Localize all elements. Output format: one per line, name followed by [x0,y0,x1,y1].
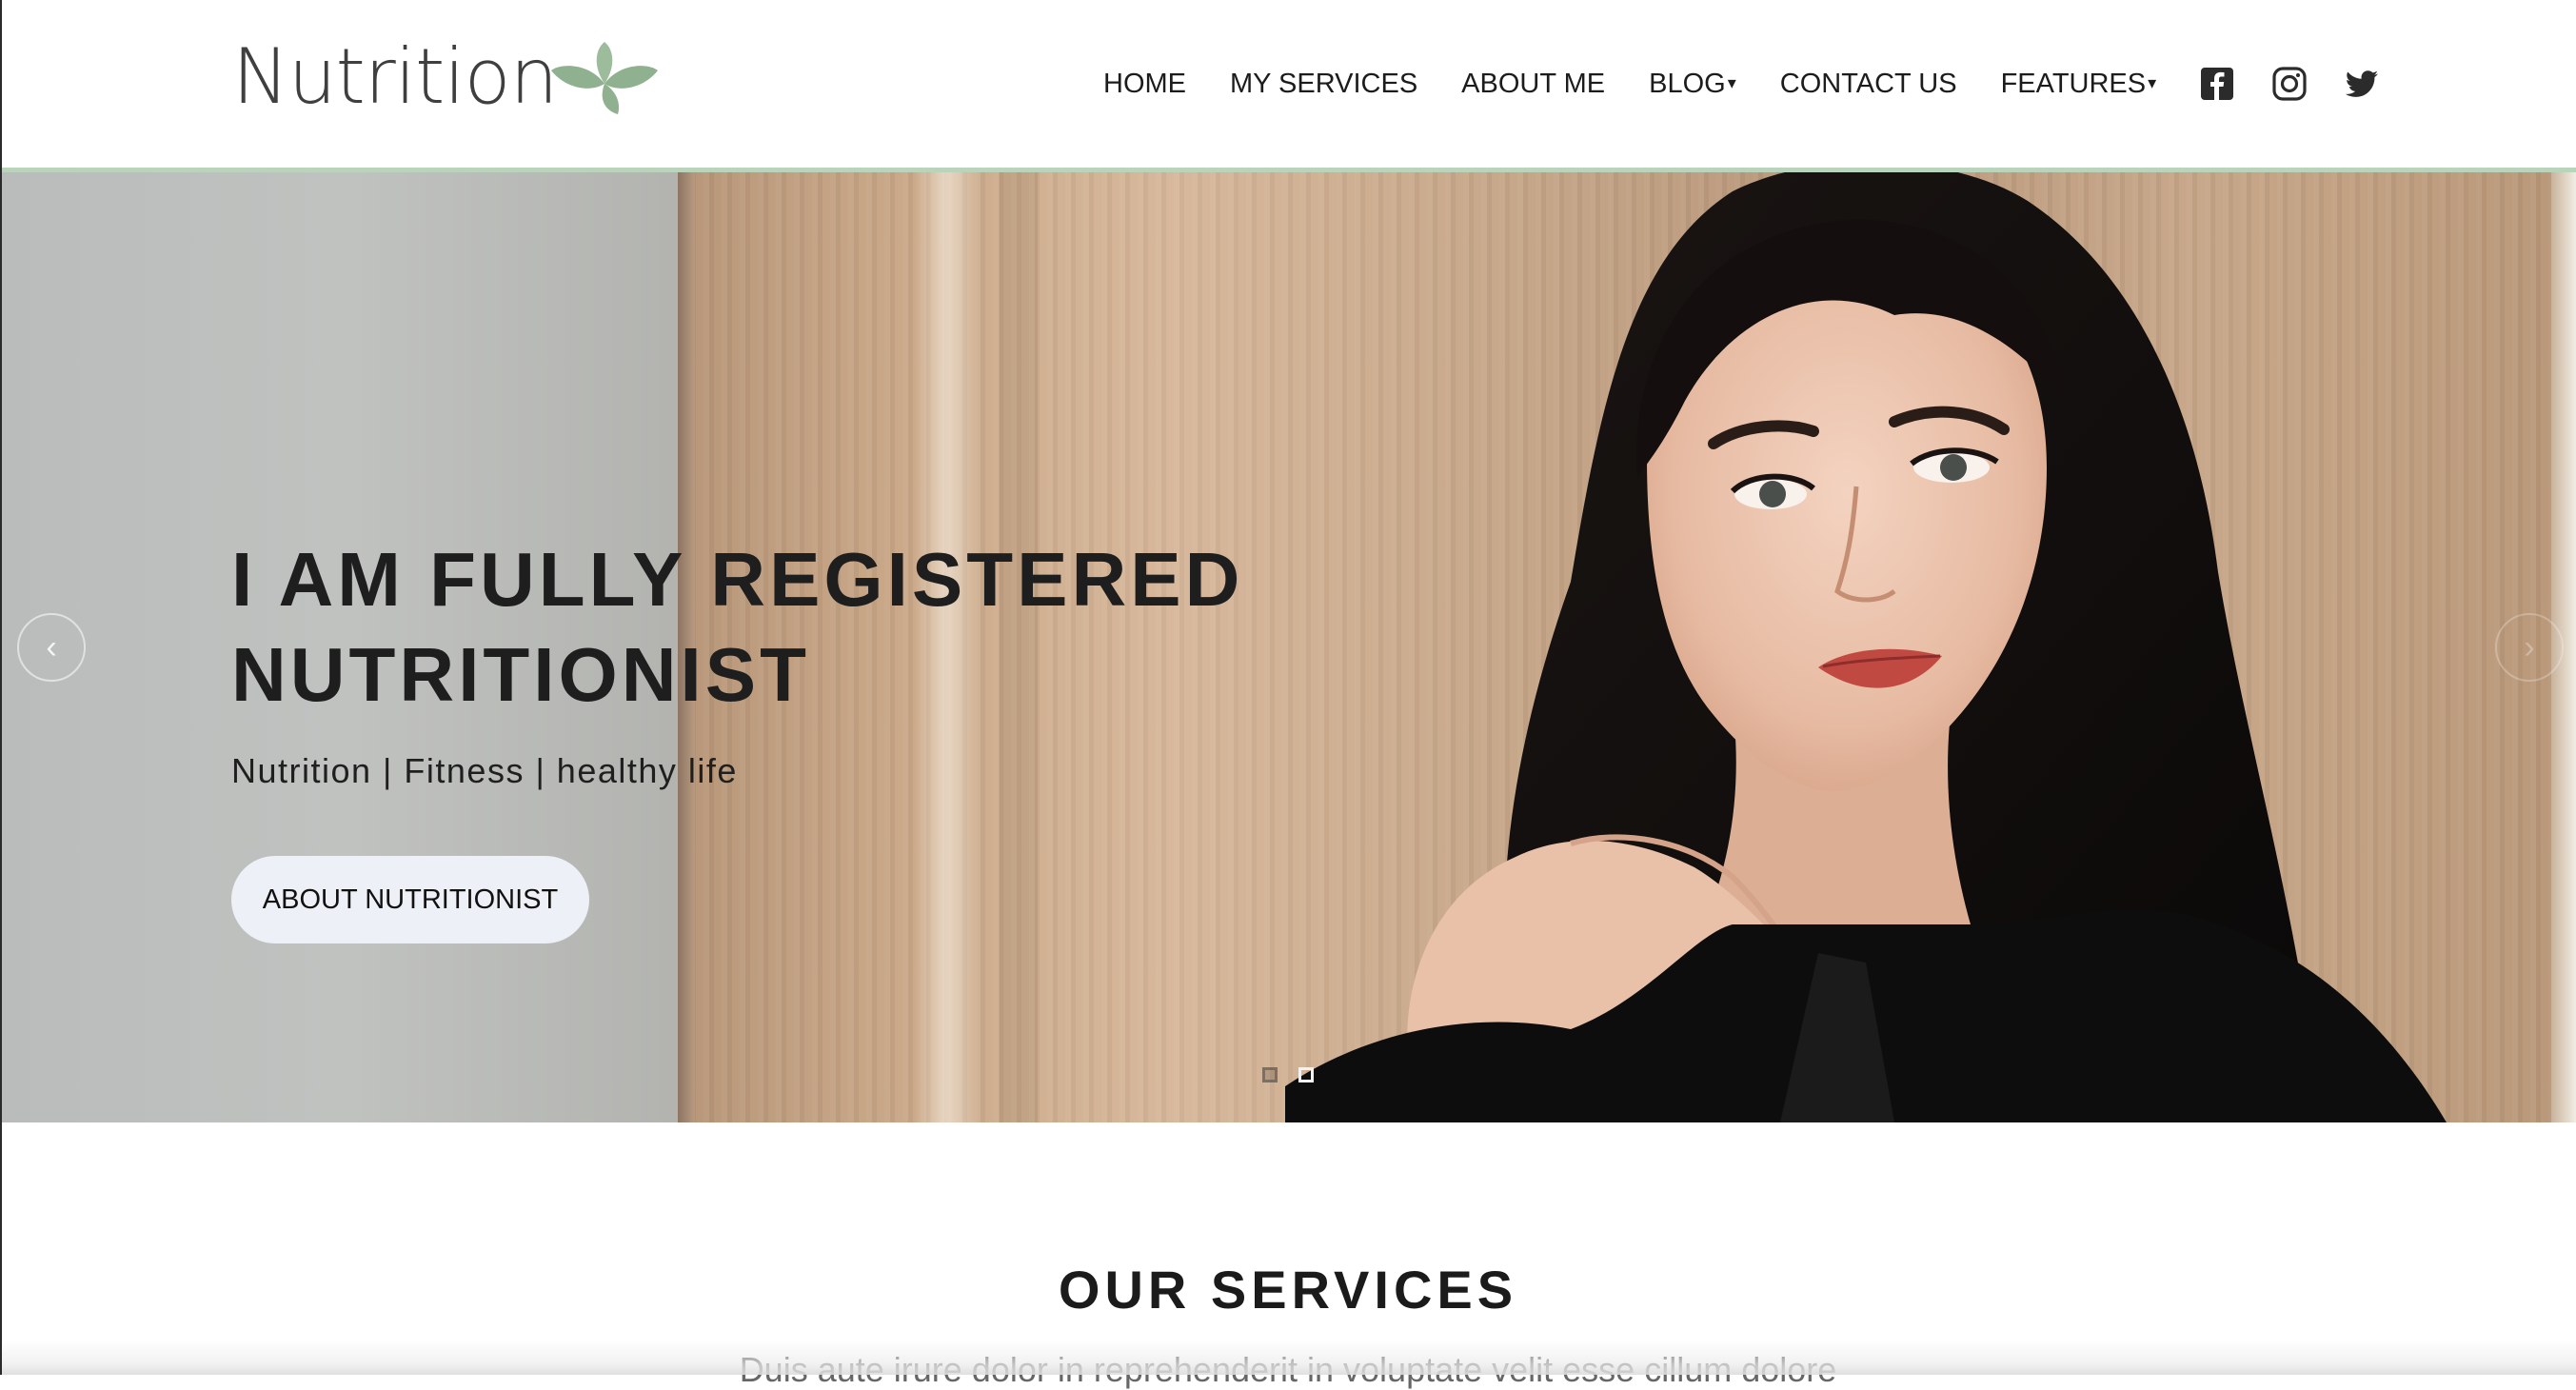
hero-portrait-image [1285,172,2447,1122]
nav-contact-us[interactable]: CONTACT US [1780,69,1957,100]
about-nutritionist-button[interactable]: ABOUT NUTRITIONIST [231,856,589,943]
site-header: Nutrition HOME MY SERVICES ABOUT ME BLOG… [0,0,2576,168]
nav-features-label: FEATURES [2000,68,2147,99]
main-nav: HOME MY SERVICES ABOUT ME BLOG ▾ CONTACT … [1103,55,2381,112]
hero-title-line-1: I AM FULLY REGISTERED [231,537,1244,622]
logo-wordmark: Nutrition [232,32,558,121]
hero-slider: I AM FULLY REGISTERED NUTRITIONIST Nutri… [0,172,2576,1122]
slider-pagination [1262,1067,1335,1082]
nav-blog[interactable]: BLOG ▾ [1649,69,1736,100]
social-links [2198,65,2381,103]
viewport-bottom-fade [0,1340,2576,1375]
hero-title-line-2: NUTRITIONIST [231,632,810,717]
caret-down-icon: ▾ [2148,72,2157,92]
caret-down-icon: ▾ [1727,72,1736,92]
chevron-right-icon: › [2524,628,2535,665]
slider-prev-button[interactable]: ‹ [17,613,86,682]
slider-dot-1[interactable] [1262,1067,1278,1082]
logo[interactable]: Nutrition [232,32,659,121]
nav-home-label: HOME [1103,68,1186,99]
slider-next-button[interactable]: › [2495,613,2564,682]
nav-about-me-label: ABOUT ME [1461,68,1606,99]
leaf-icon [551,42,659,114]
hero-subtitle: Nutrition | Fitness | healthy life [231,751,738,790]
chevron-left-icon: ‹ [46,628,57,665]
window-edge [0,0,2,1375]
twitter-icon[interactable] [2343,65,2381,103]
slider-dot-2[interactable] [1298,1067,1314,1082]
nav-home[interactable]: HOME [1103,69,1186,100]
nav-my-services[interactable]: MY SERVICES [1230,69,1417,100]
nav-contact-us-label: CONTACT US [1779,68,1957,99]
hero-title: I AM FULLY REGISTERED NUTRITIONIST [231,532,1278,723]
nav-about-me[interactable]: ABOUT ME [1461,69,1605,100]
services-heading: OUR SERVICES [1058,1260,1518,1320]
nav-blog-label: BLOG [1649,68,1726,99]
nav-features[interactable]: FEATURES ▾ [2001,69,2157,100]
instagram-icon[interactable] [2270,65,2308,103]
facebook-icon[interactable] [2198,65,2236,103]
nav-my-services-label: MY SERVICES [1230,68,1418,99]
